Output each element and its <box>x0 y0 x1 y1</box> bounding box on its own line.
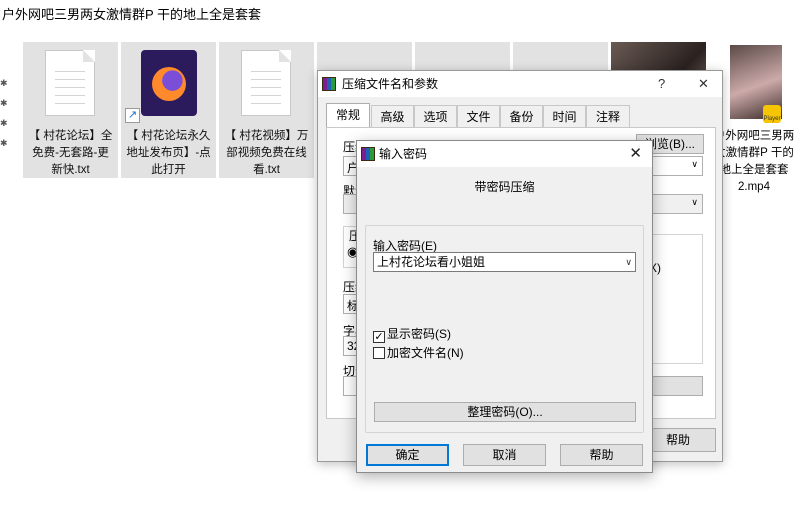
archive-options-group: X) <box>648 234 703 364</box>
pin-icon: ✱ <box>0 98 8 108</box>
chevron-down-icon: ∨ <box>691 159 698 169</box>
pin-icon: ✱ <box>0 78 8 88</box>
file-item[interactable] <box>513 42 608 72</box>
file-item[interactable]: 【 村花视频】万 部视频免费在线 看.txt <box>219 42 314 178</box>
file-item[interactable] <box>415 42 510 72</box>
file-name: 【 村花视频】万 部视频免费在线 看.txt <box>224 130 309 176</box>
enter-password-dialog: 输入密码 ✕ 带密码压缩 输入密码(E) 上村花论坛看小姐姐 ∨ ✓ 显示密码(S… <box>356 140 653 473</box>
file-item[interactable]: ↗ 【 村花论坛永久 地址发布页】-点 此打开 <box>121 42 216 178</box>
dialog-title: 输入密码 <box>379 147 428 161</box>
show-password-checkbox[interactable]: ✓ 显示密码(S) <box>373 327 451 343</box>
help-icon[interactable]: ? <box>658 71 665 97</box>
password-value: 上村花论坛看小姐姐 <box>377 255 486 269</box>
shortcut-arrow-icon: ↗ <box>125 108 140 123</box>
file-item[interactable]: 【 村花论坛】全 免费-无套路-更 新快.txt <box>23 42 118 178</box>
file-name: 【 村花论坛永久 地址发布页】-点 此打开 <box>126 130 211 176</box>
dialog-titlebar: 输入密码 ✕ <box>357 141 652 167</box>
dialog-titlebar: 压缩文件名和参数 ? ✕ <box>318 71 722 97</box>
tab-comment[interactable]: 注释 <box>586 105 630 127</box>
window-path-title: 户外网吧三男两女激情群P 干的地上全是套套 <box>2 7 262 22</box>
close-icon[interactable]: ✕ <box>629 141 642 167</box>
navigation-pane: ✱ ✱ ✱ ✱ <box>0 40 10 517</box>
tab-general[interactable]: 常规 <box>326 103 370 128</box>
password-combobox[interactable]: 上村花论坛看小姐姐 ∨ <box>373 252 636 272</box>
pin-icon: ✱ <box>0 138 8 148</box>
tab-backup[interactable]: 备份 <box>500 105 543 127</box>
winrar-icon <box>322 77 336 91</box>
organize-passwords-button[interactable]: 整理密码(O)... <box>374 402 636 422</box>
set-password-button[interactable] <box>648 376 703 396</box>
file-name: 【 村花论坛】全 免费-无套路-更 新快.txt <box>28 130 113 176</box>
pin-icon: ✱ <box>0 118 8 128</box>
encrypt-file-names-checkbox[interactable]: 加密文件名(N) <box>373 346 464 360</box>
file-item[interactable] <box>317 42 412 72</box>
dialog-title: 压缩文件名和参数 <box>342 77 439 91</box>
tab-advanced[interactable]: 高级 <box>371 105 414 127</box>
winrar-icon <box>361 147 375 161</box>
chevron-down-icon: ∨ <box>691 197 698 207</box>
checkbox-unchecked-icon[interactable] <box>373 347 385 359</box>
tab-files[interactable]: 文件 <box>457 105 500 127</box>
close-icon[interactable]: ✕ <box>698 71 709 97</box>
dialog-subtitle: 带密码压缩 <box>474 180 535 194</box>
ok-button[interactable]: 确定 <box>366 444 449 466</box>
help-button[interactable]: 帮助 <box>560 444 643 466</box>
checkbox-checked-icon[interactable]: ✓ <box>373 331 385 343</box>
text-file-icon <box>45 50 95 116</box>
firefox-icon <box>141 50 197 116</box>
tab-time[interactable]: 时间 <box>543 105 586 127</box>
cancel-button[interactable]: 取消 <box>463 444 546 466</box>
text-file-icon <box>241 50 291 116</box>
chevron-down-icon[interactable]: ∨ <box>625 253 632 271</box>
player-icon: Player <box>763 105 781 123</box>
tab-options[interactable]: 选项 <box>414 105 457 127</box>
